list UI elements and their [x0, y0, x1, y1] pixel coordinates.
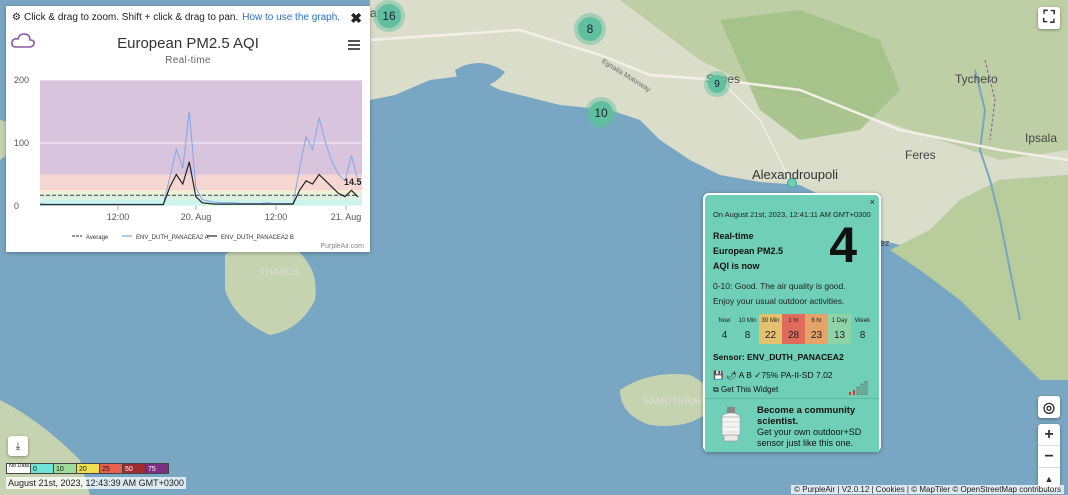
chart-title: European PM2.5 AQI	[117, 35, 259, 52]
aqi-band	[40, 190, 362, 194]
sensor-device-icon	[721, 407, 741, 442]
sensor-cluster[interactable]: 8	[578, 17, 602, 41]
aqi-line-chart[interactable]: 0 100 200 12:00 20. Aug 12:00 21. Aug 14.5 Avera…	[6, 66, 370, 252]
average-column: Week 8	[851, 314, 874, 344]
chart-help-text: Click & drag to zoom. Shift + click & dr…	[23, 11, 239, 23]
average-label: Now	[718, 318, 731, 324]
average-label: 6 hr	[811, 318, 822, 324]
series-legend-label: ENV_DUTH_PANACEA2 B	[221, 235, 294, 241]
description-line: 0-10: Good. The air quality is good.	[713, 281, 846, 291]
average-value: 28	[787, 330, 800, 341]
map-label-tychero: Tychero	[955, 72, 998, 86]
download-button[interactable]: ⤓	[8, 436, 28, 456]
legend-item: 25	[100, 463, 123, 474]
sensor-details: 💾 🌶 A B ✓75% PA-II-SD 7.02	[713, 370, 833, 380]
x-tick-label: 21. Aug	[331, 212, 362, 222]
chart-help-link[interactable]: How to use the graph.	[242, 12, 340, 23]
average-value: 4	[721, 330, 728, 341]
x-tick-label: 20. Aug	[181, 212, 212, 222]
series-legend-label: ENV_DUTH_PANACEA2 A	[136, 235, 209, 241]
average-column: 10 Min 8	[736, 314, 759, 344]
realtime-line: Real-time	[713, 231, 754, 241]
description-line: Enjoy your usual outdoor activities.	[713, 296, 845, 306]
widget-icon: ⧉	[713, 385, 719, 394]
average-column: Now 4	[713, 314, 736, 344]
chart-subtitle: Real-time	[165, 55, 211, 66]
legend-item: 10	[54, 463, 77, 474]
y-tick-label: 100	[14, 138, 29, 148]
average-column: 1 Day 13	[828, 314, 851, 344]
chart-credit[interactable]: PurpleAir.com	[320, 243, 364, 250]
fullscreen-button[interactable]: ⛶	[1038, 7, 1060, 29]
average-value: 22	[764, 330, 777, 341]
legend-item: 50	[123, 463, 146, 474]
get-widget-label: Get This Widget	[720, 385, 779, 394]
realtime-line: AQI is now	[713, 261, 760, 271]
map-label-samothraki: SAMOTHRAKI	[643, 396, 708, 406]
chart-panel: ⚙ Click & drag to zoom. Shift + click & …	[6, 6, 370, 252]
average-column: 30 Min 22	[759, 314, 782, 344]
chart-help-bar: ⚙ Click & drag to zoom. Shift + click & …	[6, 6, 370, 28]
averages-table: Now 4 10 Min 8 30 Min 22 1 hr 28 6 hr 23 1 Day 13 We…	[713, 314, 874, 344]
map-attribution[interactable]: © PurpleAir | V2.0.12 | Cookies | © MapT…	[791, 485, 1064, 494]
legend-item: 20	[77, 463, 100, 474]
aqi-value: 4	[829, 217, 857, 273]
map-label-feres: Feres	[905, 148, 936, 162]
zoom-out-button[interactable]: −	[1038, 446, 1060, 468]
average-value: 23	[810, 330, 823, 341]
popup-realtime-label: Real-time European PM2.5 AQI is now	[713, 229, 803, 274]
close-icon[interactable]: ×	[870, 197, 875, 207]
last-value-label: 14.5	[344, 177, 362, 187]
average-label: Week	[854, 318, 871, 324]
aqi-description: 0-10: Good. The air quality is good. Enj…	[713, 279, 846, 309]
sensor-cluster[interactable]: 10	[589, 101, 613, 125]
community-title: Become a community scientist.	[757, 405, 856, 427]
average-label: 30 Min	[761, 318, 780, 324]
average-column: 6 hr 23	[805, 314, 828, 344]
signal-strength-icon	[849, 381, 868, 395]
y-tick-label: 0	[14, 201, 19, 211]
zoom-in-button[interactable]: +	[1038, 424, 1060, 446]
aqi-legend: No Data 0 10 20 25 50 75	[6, 463, 169, 474]
map-timestamp: August 21st, 2023, 12:43:39 AM GMT+0300	[6, 477, 186, 489]
sensor-cluster[interactable]: 16	[377, 4, 401, 28]
community-body: Get your own outdoor+SD sensor just like…	[757, 427, 862, 448]
average-label: 1 hr	[788, 318, 799, 324]
average-label: 10 Min	[738, 318, 757, 324]
average-value: 13	[833, 330, 846, 341]
map-label-thasos: THASOS	[260, 267, 301, 277]
sensor-name: Sensor: ENV_DUTH_PANACEA2	[713, 352, 844, 362]
average-value: 8	[859, 330, 866, 341]
community-promo[interactable]: Become a community scientist. Get your o…	[705, 398, 879, 452]
sensor-marker[interactable]	[787, 178, 797, 188]
close-icon[interactable]: ✖	[350, 10, 362, 27]
zoom-control: + − ▲	[1038, 424, 1060, 490]
series-legend-label: Average	[86, 235, 109, 241]
get-widget-link[interactable]: ⧉ Get This Widget	[713, 385, 778, 395]
legend-item: 75	[146, 463, 169, 474]
map-label-edge-e: ez	[880, 238, 890, 248]
y-tick-label: 200	[14, 75, 29, 85]
hamburger-menu-icon[interactable]	[348, 40, 360, 50]
average-value: 8	[744, 330, 751, 341]
legend-item: No Data	[6, 463, 31, 474]
gear-icon[interactable]: ⚙	[12, 12, 21, 23]
average-column: 1 hr 28	[782, 314, 805, 344]
x-tick-label: 12:00	[265, 212, 288, 222]
average-label: 1 Day	[831, 318, 848, 324]
realtime-line: European PM2.5	[713, 246, 784, 256]
x-tick-label: 12:00	[107, 212, 130, 222]
map-label-ipsala: Ipsala	[1025, 131, 1058, 145]
sensor-popup: × On August 21st, 2023, 12:41:11 AM GMT+…	[703, 193, 881, 452]
legend-item: 0	[31, 463, 54, 474]
aqi-band	[40, 80, 362, 175]
sensor-cluster[interactable]: 9	[708, 75, 726, 93]
locate-button[interactable]: ◎	[1038, 396, 1060, 418]
